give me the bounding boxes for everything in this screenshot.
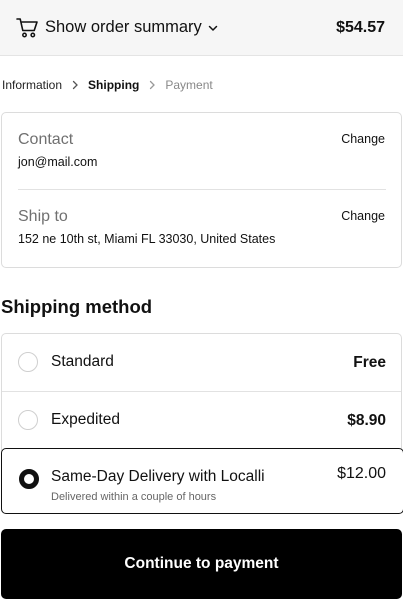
continue-to-payment-button[interactable]: Continue to payment bbox=[1, 529, 402, 599]
contact-row: Contact jon@mail.com Change bbox=[18, 131, 386, 169]
breadcrumb-payment: Payment bbox=[165, 78, 213, 92]
shipping-methods-list: Standard Free Expedited $8.90 Same-Day D… bbox=[1, 333, 403, 514]
shopping-cart-icon bbox=[16, 17, 39, 39]
chevron-right-icon bbox=[70, 80, 80, 90]
ship-to-address: 152 ne 10th st, Miami FL 33030, United S… bbox=[18, 232, 276, 246]
breadcrumb-information[interactable]: Information bbox=[2, 78, 62, 92]
shipping-option-note: Delivered within a couple of hours bbox=[51, 491, 217, 503]
change-contact-link[interactable]: Change bbox=[341, 132, 385, 146]
breadcrumb: Information Shipping Payment bbox=[2, 77, 213, 93]
shipping-option-same-day[interactable]: Same-Day Delivery with Localli Delivered… bbox=[1, 448, 403, 514]
divider bbox=[18, 189, 386, 190]
chevron-right-icon bbox=[147, 80, 157, 90]
shipping-option-expedited[interactable]: Expedited $8.90 bbox=[2, 392, 403, 449]
contact-title: Contact bbox=[18, 131, 74, 148]
shipping-option-price: $12.00 bbox=[337, 465, 386, 482]
ship-to-title: Ship to bbox=[18, 208, 68, 225]
order-total: $54.57 bbox=[336, 18, 385, 36]
shipping-option-name: Same-Day Delivery with Localli bbox=[51, 468, 265, 485]
change-ship-to-link[interactable]: Change bbox=[341, 209, 385, 223]
ship-to-row: Ship to 152 ne 10th st, Miami FL 33030, … bbox=[18, 208, 386, 246]
shipping-option-price: $8.90 bbox=[347, 412, 386, 429]
shipping-method-heading: Shipping method bbox=[1, 296, 153, 317]
show-order-summary-toggle[interactable]: Show order summary bbox=[16, 17, 219, 39]
chevron-down-icon bbox=[207, 22, 219, 34]
shipping-option-name: Standard bbox=[51, 353, 114, 370]
shipping-option-name: Expedited bbox=[51, 411, 120, 428]
shipping-option-standard[interactable]: Standard Free bbox=[2, 334, 403, 391]
order-summary-bar: Show order summary $54.57 bbox=[0, 0, 403, 56]
contact-email: jon@mail.com bbox=[18, 155, 98, 169]
radio-button-selected[interactable] bbox=[19, 469, 39, 489]
breadcrumb-shipping: Shipping bbox=[88, 78, 140, 92]
review-card: Contact jon@mail.com Change Ship to 152 … bbox=[1, 112, 402, 268]
show-order-summary-label: Show order summary bbox=[45, 18, 202, 36]
shipping-option-price: Free bbox=[353, 354, 386, 371]
radio-button[interactable] bbox=[18, 352, 38, 372]
radio-button[interactable] bbox=[18, 410, 38, 430]
